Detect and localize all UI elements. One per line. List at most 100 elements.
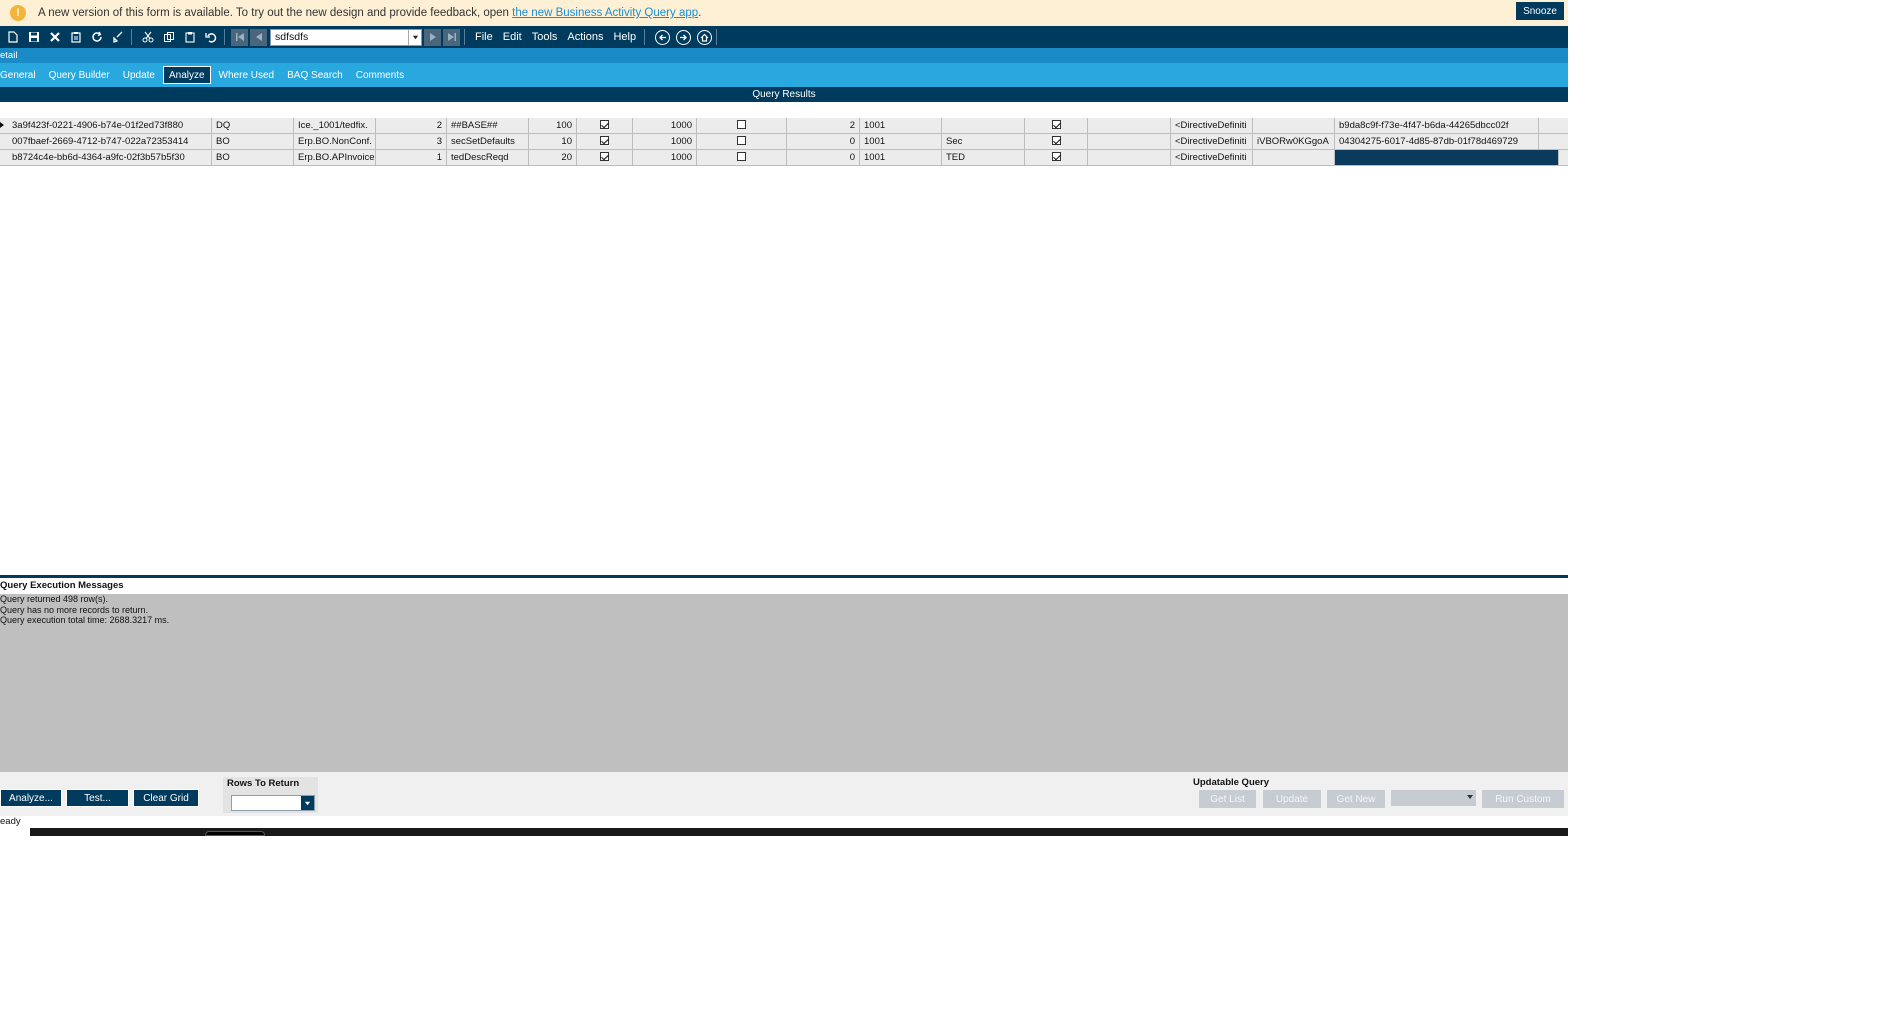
checkbox[interactable]	[600, 120, 609, 129]
grid-cell[interactable]: 1000	[633, 118, 697, 133]
paste-icon[interactable]	[180, 28, 199, 46]
new-icon[interactable]	[3, 28, 22, 46]
grid-cell[interactable]: BO	[212, 134, 294, 149]
grid-cell[interactable]: b9da8c9f-f73e-4f47-b6da-44265dbcc02f	[1335, 118, 1539, 133]
checkbox[interactable]	[1051, 136, 1061, 145]
grid-cell[interactable]: BO	[212, 150, 294, 165]
grid-cell[interactable]	[1088, 118, 1171, 133]
grid-cell[interactable]: 1001	[860, 150, 942, 165]
grid-cell[interactable]: 0	[787, 134, 860, 149]
last-record-icon[interactable]	[443, 28, 460, 46]
clipboard-icon[interactable]	[66, 28, 85, 46]
menu-actions[interactable]: Actions	[563, 31, 607, 43]
record-key-combo[interactable]: sdfsdfs	[270, 28, 422, 46]
grid-cell[interactable]: DQ	[212, 118, 294, 133]
delete-icon[interactable]	[45, 28, 64, 46]
forward-arrow-icon[interactable]	[676, 29, 692, 45]
selected-grid-cell[interactable]	[1335, 150, 1559, 165]
grid-cell[interactable]: 1000	[633, 150, 697, 165]
chevron-down-icon[interactable]	[408, 29, 421, 45]
checkbox[interactable]	[600, 152, 609, 161]
grid-cell[interactable]: TED	[942, 150, 1025, 165]
grid-cell[interactable]: b8724c4e-bb6d-4364-a9fc-02f3b57b5f30	[8, 150, 212, 165]
grid-cell[interactable]: 10	[529, 134, 577, 149]
checkbox[interactable]	[737, 152, 746, 161]
grid-cell[interactable]: 0	[787, 150, 860, 165]
grid-cell[interactable]: tedDescReqd	[447, 150, 529, 165]
grid-cell[interactable]	[942, 118, 1025, 133]
grid-cell[interactable]: 20	[529, 150, 577, 165]
grid-cell[interactable]: Erp.BO.APInvoice	[294, 150, 376, 165]
new-app-link[interactable]: the new Business Activity Query app	[512, 7, 698, 19]
save-icon[interactable]	[24, 28, 43, 46]
grid-checkbox-cell[interactable]	[697, 150, 787, 165]
run-custom-button[interactable]: Run Custom	[1482, 790, 1564, 808]
test-button[interactable]: Test...	[66, 789, 129, 807]
grid-cell[interactable]: 1000	[633, 134, 697, 149]
grid-cell[interactable]	[1253, 118, 1335, 133]
table-row[interactable]: 007fbaef-2669-4712-b747-022a72353414 BO …	[0, 134, 1568, 150]
menu-tools[interactable]: Tools	[528, 31, 562, 43]
copy-icon[interactable]	[159, 28, 178, 46]
snooze-button[interactable]: Snooze	[1516, 2, 1564, 20]
grid-cell[interactable]: 2	[787, 118, 860, 133]
grid-cell[interactable]: 3	[376, 134, 447, 149]
grid-cell[interactable]: <DirectiveDefiniti	[1171, 118, 1253, 133]
clear-brush-icon[interactable]	[108, 28, 127, 46]
grid-checkbox-cell[interactable]	[697, 134, 787, 149]
next-record-icon[interactable]	[424, 28, 441, 46]
tab-baq-search[interactable]: BAQ Search	[282, 66, 348, 84]
grid-checkbox-cell[interactable]	[577, 150, 633, 165]
tab-comments[interactable]: Comments	[351, 66, 409, 84]
grid-checkbox-cell[interactable]	[1025, 118, 1088, 133]
checkbox[interactable]	[600, 136, 609, 145]
tab-where-used[interactable]: Where Used	[214, 66, 280, 84]
grid-cell[interactable]: 04304275-6017-4d85-87db-01f78d469729	[1335, 134, 1539, 149]
first-record-icon[interactable]	[231, 28, 248, 46]
update-button[interactable]: Update	[1263, 790, 1321, 808]
tab-general[interactable]: General	[0, 66, 41, 84]
grid-cell[interactable]: iVBORw0KGgoA	[1253, 134, 1335, 149]
tab-query-builder[interactable]: Query Builder	[44, 66, 115, 84]
grid-cell[interactable]: Erp.BO.NonConf.	[294, 134, 376, 149]
grid-cell[interactable]: 1001	[860, 134, 942, 149]
grid-cell[interactable]: <DirectiveDefiniti	[1171, 134, 1253, 149]
taskbar-item[interactable]	[0, 828, 30, 836]
tab-analyze[interactable]: Analyze	[162, 66, 211, 84]
chevron-down-icon[interactable]	[1467, 795, 1473, 799]
grid-checkbox-cell[interactable]	[697, 118, 787, 133]
checkbox[interactable]	[737, 136, 746, 145]
checkbox[interactable]	[1051, 152, 1061, 161]
tab-update[interactable]: Update	[118, 66, 160, 84]
menu-help[interactable]: Help	[609, 31, 640, 43]
checkbox[interactable]	[1051, 120, 1061, 129]
analyze-button[interactable]: Analyze...	[0, 789, 62, 807]
back-arrow-icon[interactable]	[655, 29, 671, 45]
undo-icon[interactable]	[201, 28, 220, 46]
grid-cell[interactable]: 2	[376, 118, 447, 133]
chevron-down-icon[interactable]	[301, 796, 314, 810]
grid-cell[interactable]: 100	[529, 118, 577, 133]
get-list-button[interactable]: Get List	[1199, 790, 1256, 808]
home-icon[interactable]	[697, 29, 713, 45]
grid-cell[interactable]: 1	[376, 150, 447, 165]
cut-icon[interactable]	[138, 28, 157, 46]
grid-cell[interactable]: 1001	[860, 118, 942, 133]
grid-cell[interactable]: <DirectiveDefiniti	[1171, 150, 1253, 165]
get-new-button[interactable]: Get New	[1327, 790, 1385, 808]
grid-cell[interactable]	[1088, 134, 1171, 149]
clear-grid-button[interactable]: Clear Grid	[133, 789, 199, 807]
menu-file[interactable]: File	[471, 31, 497, 43]
grid-checkbox-cell[interactable]	[577, 118, 633, 133]
grid-cell[interactable]: 007fbaef-2669-4712-b747-022a72353414	[8, 134, 212, 149]
previous-record-icon[interactable]	[250, 28, 267, 46]
refresh-icon[interactable]	[87, 28, 106, 46]
grid-checkbox-cell[interactable]	[1025, 134, 1088, 149]
updatable-query-select[interactable]	[1391, 790, 1476, 806]
menu-edit[interactable]: Edit	[499, 31, 526, 43]
grid-cell[interactable]: ##BASE##	[447, 118, 529, 133]
grid-cell[interactable]: 3a9f423f-0221-4906-b74e-01f2ed73f880	[8, 118, 212, 133]
grid-checkbox-cell[interactable]	[577, 134, 633, 149]
grid-cell[interactable]: Sec	[942, 134, 1025, 149]
grid-cell[interactable]	[1253, 150, 1335, 165]
